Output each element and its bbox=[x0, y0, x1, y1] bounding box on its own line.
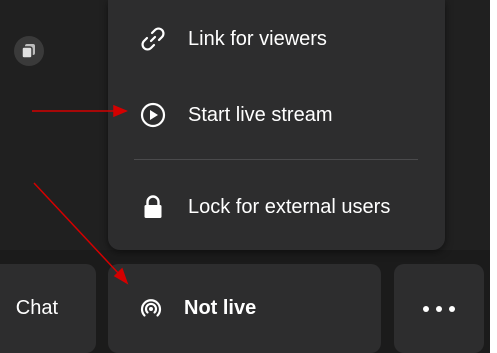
play-circle-icon bbox=[136, 98, 170, 132]
page-margin bbox=[490, 0, 497, 353]
menu-item-label: Link for viewers bbox=[188, 27, 327, 50]
menu-item-link-for-viewers[interactable]: Link for viewers bbox=[108, 16, 445, 62]
menu-item-label: Start live stream bbox=[188, 103, 333, 126]
lock-icon bbox=[136, 190, 170, 224]
broadcast-icon bbox=[134, 292, 168, 326]
menu-item-start-live-stream[interactable]: Start live stream bbox=[108, 92, 445, 138]
live-status-button[interactable]: Not live bbox=[108, 264, 381, 353]
menu-item-label: Lock for external users bbox=[188, 195, 391, 218]
copy-icon-glyph bbox=[21, 44, 35, 59]
menu-item-lock-external-users[interactable]: Lock for external users bbox=[108, 184, 445, 230]
copy-icon[interactable] bbox=[14, 36, 44, 66]
meeting-screen: Link for viewers Start live stream Lock … bbox=[0, 0, 490, 353]
more-dots-icon bbox=[423, 305, 455, 312]
live-status-label: Not live bbox=[184, 297, 257, 319]
chat-button[interactable]: Chat bbox=[0, 264, 96, 353]
menu-divider bbox=[134, 159, 418, 160]
more-options-button[interactable] bbox=[394, 264, 484, 353]
chat-label: Chat bbox=[15, 297, 58, 319]
link-icon bbox=[136, 22, 170, 56]
more-options-menu: Link for viewers Start live stream Lock … bbox=[108, 0, 445, 250]
